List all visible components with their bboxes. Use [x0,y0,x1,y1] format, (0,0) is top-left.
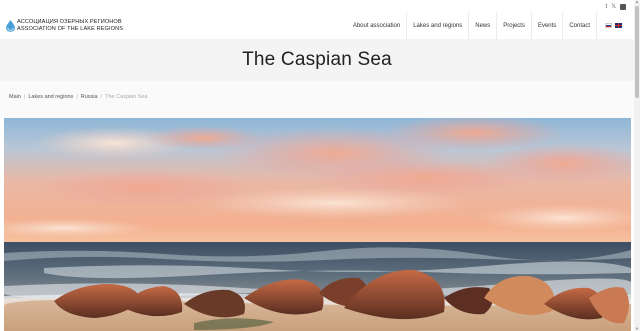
site-header: АССОЦИАЦИЯ ОЗЕРНЫХ РЕГИОНОВ ASSOCIATION … [0,12,634,39]
scroll-up-icon[interactable]: ▲ [635,0,639,4]
breadcrumb-main[interactable]: Main [9,94,21,100]
tumblr-icon[interactable]: t [605,4,607,10]
english-flag-icon[interactable] [615,23,622,28]
breadcrumb-russia[interactable]: Russia [81,94,98,100]
scrollbar[interactable]: ▲ ▼ [634,0,640,331]
breadcrumb: Main | Lakes and regions | Russia / The … [9,94,148,100]
square-icon[interactable] [620,4,626,10]
breadcrumb-separator: / [100,94,103,100]
nav-events[interactable]: Events [530,12,562,39]
page-title-band: The Caspian Sea [0,39,634,81]
breadcrumb-lakes-regions[interactable]: Lakes and regions [28,94,73,100]
russian-flag-icon[interactable] [605,23,612,28]
scroll-down-icon[interactable]: ▼ [635,327,639,331]
main-nav: About association Lakes and regions News… [347,12,634,39]
breadcrumb-band: Main | Lakes and regions | Russia / The … [0,81,634,118]
nav-news[interactable]: News [468,12,496,39]
breadcrumb-separator: | [76,94,78,100]
nav-contact[interactable]: Contact [562,12,596,39]
social-links: t 𝕏 [605,4,626,10]
water-drop-icon [6,20,15,32]
nav-about[interactable]: About association [347,12,406,39]
page-title: The Caspian Sea [242,49,392,70]
site-logo[interactable]: АССОЦИАЦИЯ ОЗЕРНЫХ РЕГИОНОВ ASSOCIATION … [6,19,123,33]
nav-projects[interactable]: Projects [496,12,531,39]
language-switcher [596,12,634,39]
seascape-photo [4,118,631,331]
hero-image [4,118,631,331]
logo-line-ru: АССОЦИАЦИЯ ОЗЕРНЫХ РЕГИОНОВ [17,19,122,25]
scroll-thumb[interactable] [635,6,639,98]
breadcrumb-separator: | [23,94,26,100]
nav-lakes-regions[interactable]: Lakes and regions [406,12,468,39]
x-icon[interactable]: 𝕏 [611,4,616,10]
logo-line-en: ASSOCIATION OF THE LAKE REGIONS [17,26,124,32]
breadcrumb-current: The Caspian Sea [105,94,148,100]
